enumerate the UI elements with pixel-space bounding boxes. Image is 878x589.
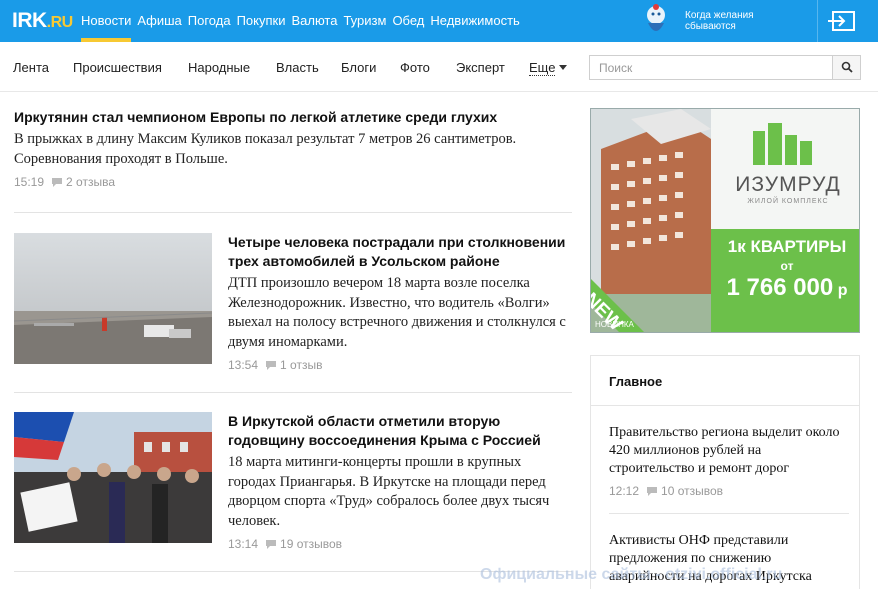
ad-tag: НОВИНКА: [595, 320, 634, 329]
news-meta: 15:19 2 отзыва: [14, 175, 572, 189]
main-news-item: Правительство региона выделит около 420 …: [591, 406, 859, 514]
ad-brand: ИЗУМРУД: [735, 173, 841, 196]
subnav-photo[interactable]: Фото: [400, 60, 430, 75]
news-photo-rally[interactable]: [14, 412, 212, 543]
main-news-title[interactable]: Правительство региона выделит около 420 …: [609, 424, 849, 478]
main-news-meta: 12:12 10 отзывов: [609, 484, 849, 498]
topnav-afisha[interactable]: Афиша: [137, 0, 181, 42]
news-summary: ДТП произошло вечером 18 марта возле пос…: [228, 275, 566, 350]
main-news-heading: Главное: [591, 356, 859, 406]
login-icon: [828, 11, 855, 31]
search-box: [589, 55, 861, 80]
main-news-box: Главное Правительство региона выделит ок…: [590, 355, 860, 589]
news-meta: 13:54 1 отзыв: [228, 358, 572, 372]
promo-line2: сбываются: [685, 21, 736, 32]
main-news-comments[interactable]: 10 отзывов: [661, 484, 723, 498]
topnav-currency[interactable]: Валюта: [291, 0, 337, 42]
subnav-people[interactable]: Народные: [188, 60, 250, 75]
subnav-expert[interactable]: Эксперт: [456, 60, 505, 75]
sub-nav: Лента Происшествия Народные Власть Блоги…: [0, 42, 878, 92]
news-comments[interactable]: 1 отзыв: [280, 358, 322, 372]
topnav-realty[interactable]: Недвижимость: [430, 0, 519, 42]
topnav-shopping[interactable]: Покупки: [237, 0, 286, 42]
subnav-incidents[interactable]: Происшествия: [73, 60, 162, 75]
login-button[interactable]: [817, 0, 878, 42]
ad-currency: р: [837, 282, 848, 299]
news-title[interactable]: Четыре человека пострадали при столкнове…: [228, 233, 572, 271]
site-logo[interactable]: IRK.RU: [12, 9, 73, 33]
ad-subtitle: ЖИЛОЙ КОМПЛЕКС: [747, 198, 829, 205]
news-photo-accident[interactable]: [14, 233, 212, 364]
watermark: Официальные сайты - otzivi.official.ru: [480, 566, 783, 583]
comment-icon: [266, 360, 277, 370]
subnav-power[interactable]: Власть: [276, 60, 319, 75]
subnav-more[interactable]: Еще: [529, 60, 568, 76]
news-summary: В прыжках в длину Максим Куликов показал…: [14, 131, 517, 167]
ad-price-line: 1 766 000 р: [717, 274, 857, 302]
news-summary: 18 марта митинги-концерты прошли в крупн…: [228, 454, 550, 529]
promo-line1: Когда желания: [685, 10, 754, 21]
news-title[interactable]: Иркутянин стал чемпионом Европы по легко…: [14, 108, 572, 127]
ad-from: от: [780, 259, 794, 273]
ad-banner-izumrud[interactable]: ИЗУМРУД ЖИЛОЙ КОМПЛЕКС 1к КВАРТИРЫ от 1 …: [590, 108, 860, 333]
news-item: В Иркутской области отметили вторую годо…: [14, 412, 572, 552]
search-input[interactable]: [590, 56, 832, 79]
genie-icon: [647, 4, 665, 31]
ad-price: 1 766 000: [726, 274, 834, 301]
promo-banner[interactable]: Когда желания сбываются: [638, 3, 788, 39]
top-nav: Новости Афиша Погода Покупки Валюта Тури…: [81, 0, 526, 42]
news-comments[interactable]: 2 отзыва: [66, 175, 115, 189]
search-icon: [841, 61, 853, 73]
comment-icon: [647, 486, 658, 496]
topnav-tourism[interactable]: Туризм: [343, 0, 386, 42]
comment-icon: [52, 177, 63, 187]
news-time: 13:14: [228, 537, 259, 551]
search-button[interactable]: [832, 56, 860, 79]
news-comments[interactable]: 19 отзывов: [280, 537, 342, 551]
subnav-blogs[interactable]: Блоги: [341, 60, 376, 75]
topnav-lunch[interactable]: Обед: [392, 0, 424, 42]
topnav-weather[interactable]: Погода: [188, 0, 231, 42]
news-item: Иркутянин стал чемпионом Европы по легко…: [14, 108, 572, 189]
comment-icon: [266, 539, 277, 549]
main-news-time: 12:12: [609, 484, 640, 498]
news-meta: 13:14 19 отзывов: [228, 537, 572, 551]
top-bar: IRK.RU Новости Афиша Погода Покупки Валю…: [0, 0, 878, 42]
news-item: Четыре человека пострадали при столкнове…: [14, 233, 572, 373]
subnav-feed[interactable]: Лента: [13, 60, 49, 75]
subnav-more-label: Еще: [529, 60, 556, 76]
topnav-news[interactable]: Новости: [81, 0, 132, 42]
news-time: 15:19: [14, 175, 45, 189]
chevron-down-icon: [559, 65, 568, 70]
news-time: 13:54: [228, 358, 259, 372]
divider: [14, 392, 572, 393]
divider: [14, 212, 572, 213]
news-title[interactable]: В Иркутской области отметили вторую годо…: [228, 412, 572, 450]
ad-offer: 1к КВАРТИРЫ: [727, 237, 847, 256]
